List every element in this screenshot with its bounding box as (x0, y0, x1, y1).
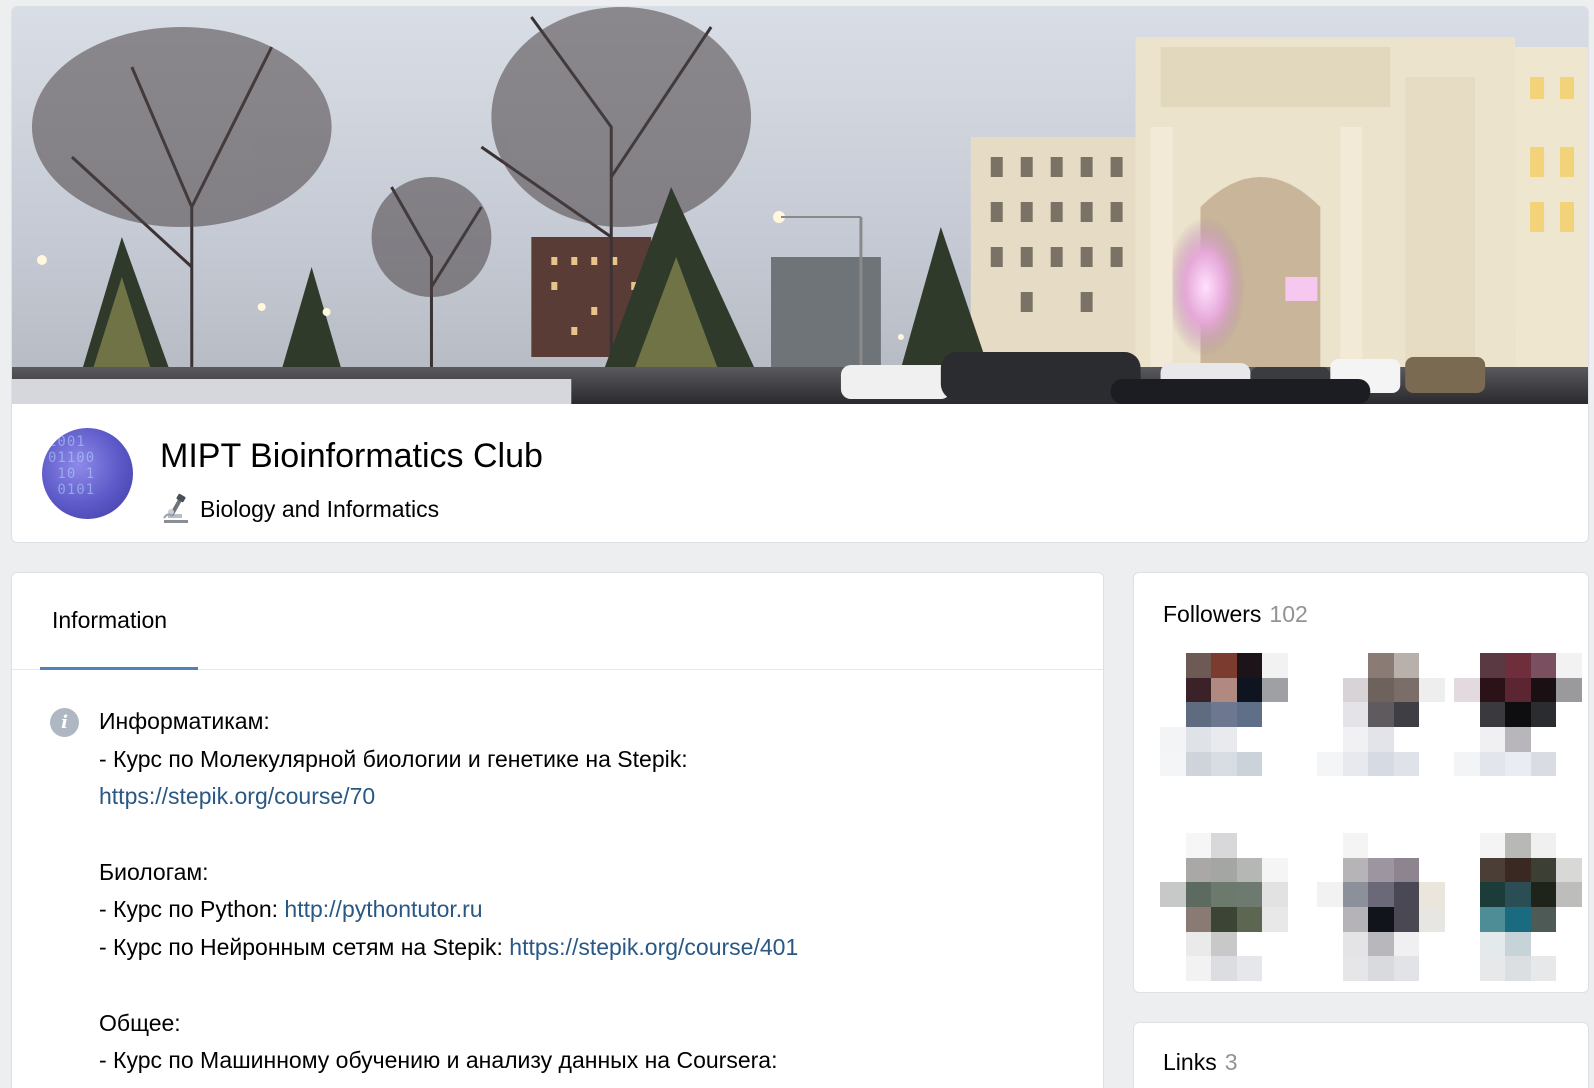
group-avatar[interactable]: 1001 01100 10 1 0101 (42, 428, 133, 519)
follower-avatar[interactable] (1160, 653, 1288, 801)
avatar-binary-pattern: 1001 01100 10 1 0101 (48, 434, 96, 498)
followers-section: Followers 102 (1133, 572, 1589, 993)
follower-avatar-pixelated (1317, 833, 1445, 981)
followers-title: Followers (1163, 601, 1262, 627)
info-link[interactable]: http://pythontutor.ru (284, 896, 482, 922)
links-header[interactable]: Links 3 (1163, 1049, 1238, 1076)
info-text: Информатикам: - Курс по Молекулярной биол… (99, 703, 1079, 1080)
info-line: https://stepik.org/course/70 (99, 778, 1079, 816)
info-line-text: Общее: (99, 1009, 181, 1036)
links-section: Links 3 (1133, 1022, 1589, 1088)
follower-avatar[interactable] (1317, 833, 1445, 981)
tab-information[interactable]: Information (40, 573, 198, 670)
info-line: - Курс по Нейронным сетям на Stepik: htt… (99, 929, 1079, 967)
follower-avatar[interactable] (1317, 653, 1445, 801)
info-line: - Курс по Молекулярной биологии и генети… (99, 741, 1079, 779)
info-line (99, 816, 1079, 854)
follower-avatar-pixelated (1160, 653, 1288, 801)
cover-photo[interactable] (12, 7, 1588, 404)
follower-avatar-pixelated (1317, 653, 1445, 801)
info-line: - Курс по Машинному обучению и анализу д… (99, 1042, 1079, 1080)
follower-avatar-pixelated (1454, 833, 1582, 981)
links-count: 3 (1224, 1049, 1238, 1075)
follower-avatar[interactable] (1454, 833, 1582, 981)
follower-avatar[interactable] (1454, 653, 1582, 801)
group-status: Biology and Informatics (160, 492, 439, 526)
follower-avatar-pixelated (1454, 653, 1582, 801)
info-line-text: - Курс по Машинному обучению и анализу д… (99, 1047, 778, 1074)
links-title: Links (1163, 1049, 1217, 1075)
follower-avatar[interactable] (1160, 833, 1288, 981)
info-line: Биологам: (99, 854, 1079, 892)
group-header: 1001 01100 10 1 0101 MIPT Bioinformatics… (11, 6, 1589, 543)
info-line-text: - Курс по Молекулярной биологии и генети… (99, 745, 688, 772)
group-status-text: Biology and Informatics (200, 495, 440, 522)
info-section: Information i Информатикам: - Курс по Мол… (11, 572, 1104, 1088)
tabs-bar: Information (12, 573, 1103, 670)
microscope-icon (163, 493, 188, 523)
info-link[interactable]: https://stepik.org/course/401 (509, 934, 798, 960)
page: 1001 01100 10 1 0101 MIPT Bioinformatics… (0, 0, 1594, 1088)
group-name: MIPT Bioinformatics Club (160, 437, 543, 475)
followers-count: 102 (1269, 601, 1308, 627)
cover-photo-image (12, 7, 1588, 404)
info-line-text: Биологам: (99, 858, 209, 885)
info-line: Общее: (99, 1005, 1079, 1043)
info-line-text: Информатикам: (99, 708, 270, 734)
info-line (99, 967, 1079, 1005)
follower-avatar-pixelated (1160, 833, 1288, 981)
info-icon: i (50, 708, 79, 737)
info-line: Информатикам: (99, 703, 1079, 741)
info-line-text: - Курс по Python: (99, 896, 285, 923)
followers-header[interactable]: Followers 102 (1163, 601, 1308, 628)
info-line: - Курс по Python: http://pythontutor.ru (99, 891, 1079, 929)
info-line-text: - Курс по Нейронным сетям на Stepik: (99, 934, 510, 961)
info-link[interactable]: https://stepik.org/course/70 (99, 783, 375, 809)
